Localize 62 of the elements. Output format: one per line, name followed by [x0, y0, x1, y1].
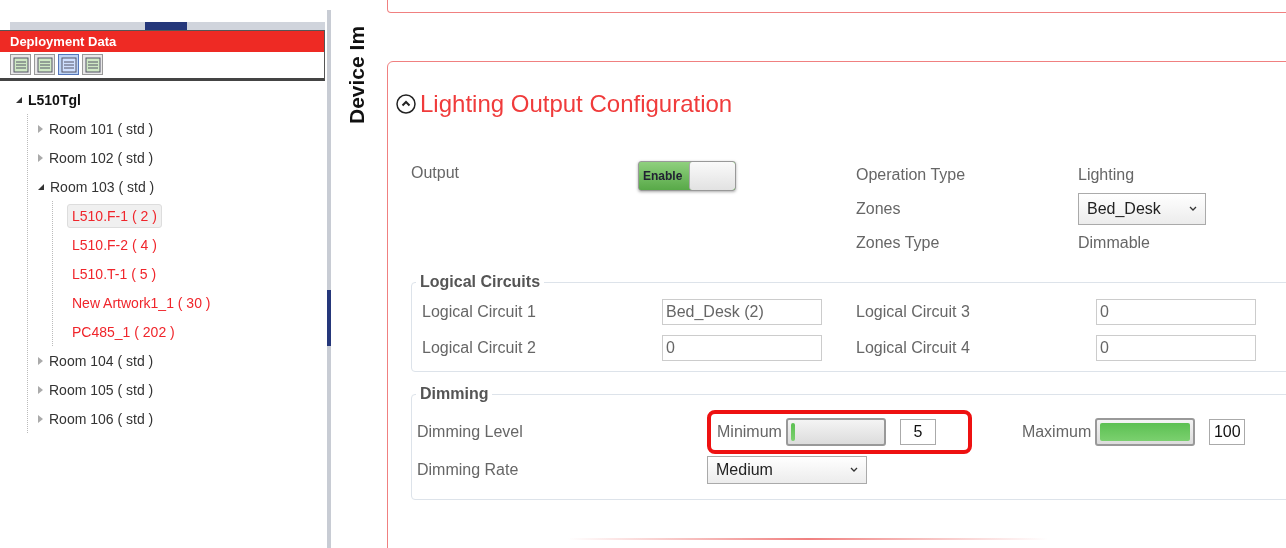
field-label: Logical Circuit 2 — [422, 339, 537, 357]
input-field[interactable]: 100 — [1209, 419, 1246, 445]
field-label: Operation Type — [856, 166, 967, 184]
expand-toggle-icon[interactable] — [38, 183, 44, 190]
input-field[interactable]: 5 — [899, 419, 936, 445]
expand-toggle-icon[interactable] — [38, 385, 43, 394]
zones-dropdown[interactable]: Bed_Desk — [1078, 193, 1206, 225]
toolbar-button[interactable] — [10, 54, 31, 75]
tree-item[interactable]: Room 105 ( std ) — [49, 381, 154, 398]
expand-toggle-icon[interactable] — [38, 124, 43, 133]
list-icon — [60, 56, 77, 73]
tree-item[interactable]: PC485_1 ( 202 ) — [67, 319, 180, 344]
field-label: Zones Type — [856, 234, 941, 252]
scrollbar-thumb[interactable] — [327, 290, 331, 346]
input-field[interactable]: Bed_Desk (2) — [662, 299, 822, 325]
input-field[interactable]: 0 — [1096, 335, 1256, 361]
chevron-down-icon — [1189, 206, 1197, 212]
toolbar-button[interactable] — [82, 54, 103, 75]
field-label: Output — [411, 164, 460, 181]
chevron-down-icon — [850, 467, 858, 473]
collapse-icon[interactable] — [396, 94, 416, 114]
splitter[interactable] — [327, 10, 331, 548]
field-label: Logical Circuit 4 — [856, 339, 971, 357]
expand-toggle-icon[interactable] — [38, 414, 43, 423]
group-title: Dimming — [416, 385, 493, 403]
field-label: Logical Circuit 1 — [422, 303, 537, 321]
slider-label: Minimum — [717, 423, 782, 441]
toggle-switch[interactable]: Enable — [638, 161, 736, 191]
side-tab[interactable]: Device Im — [345, 8, 369, 124]
tree-item[interactable]: Room 103 ( std ) — [50, 178, 155, 195]
list-icon — [12, 56, 29, 73]
input-field[interactable]: 0 — [1096, 299, 1256, 325]
rate-dropdown[interactable]: Medium — [707, 456, 867, 484]
field-value: Dimmable — [1078, 234, 1150, 252]
tree-item[interactable]: L510Tgl — [28, 91, 81, 108]
toolbar-button[interactable] — [58, 54, 79, 75]
tree-item[interactable]: L510.F-1 ( 2 ) — [67, 203, 162, 228]
tree-item[interactable]: Room 101 ( std ) — [49, 120, 154, 137]
section-title: Lighting Output Configuration — [420, 90, 733, 118]
tree-item[interactable]: Room 102 ( std ) — [49, 149, 154, 166]
field-value: Lighting — [1078, 166, 1135, 184]
field-label: Dimming Rate — [417, 461, 520, 479]
panel-title: Deployment Data — [0, 31, 324, 52]
field-label: Zones — [856, 200, 902, 218]
group-title: Logical Circuits — [416, 273, 545, 291]
field-label: Dimming Level — [417, 423, 524, 441]
slider-track[interactable] — [1095, 418, 1196, 446]
field-label: Logical Circuit 3 — [856, 303, 971, 321]
expand-toggle-icon[interactable] — [38, 153, 43, 162]
tree-item[interactable]: Room 104 ( std ) — [49, 352, 154, 369]
tree-item[interactable]: New Artwork1_1 ( 30 ) — [67, 290, 216, 315]
input-field[interactable]: 0 — [662, 335, 822, 361]
toolbar-button[interactable] — [34, 54, 55, 75]
list-icon — [84, 56, 101, 73]
slider-track[interactable] — [785, 418, 886, 446]
tree-item[interactable]: Room 106 ( std ) — [49, 410, 154, 427]
expand-toggle-icon[interactable] — [38, 356, 43, 365]
tree-item[interactable]: L510.F-2 ( 4 ) — [67, 232, 162, 257]
list-icon — [36, 56, 53, 73]
slider-label: Maximum — [1021, 423, 1092, 441]
expand-toggle-icon[interactable] — [16, 96, 22, 103]
tree-item[interactable]: L510.T-1 ( 5 ) — [67, 261, 162, 286]
